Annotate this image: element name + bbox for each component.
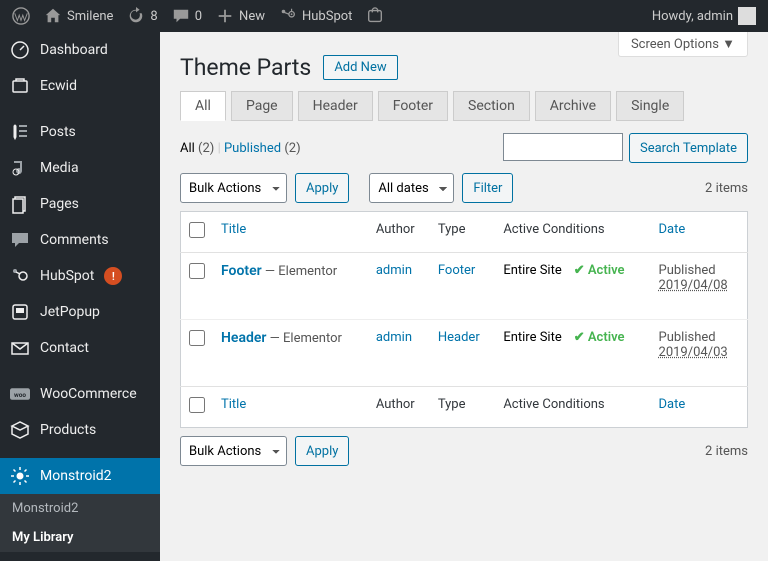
- items-count: 2 items: [705, 181, 748, 196]
- tab-footer[interactable]: Footer: [378, 91, 448, 121]
- sidebar-item-products[interactable]: Products: [0, 412, 160, 448]
- col-author: Author: [368, 212, 430, 253]
- submenu-item-my-library[interactable]: My Library: [0, 523, 160, 552]
- apply-button[interactable]: Apply: [295, 436, 349, 466]
- dates-select[interactable]: All dates: [369, 173, 454, 203]
- sidebar-item-contact[interactable]: Contact: [0, 330, 160, 366]
- submenu: Monstroid2 My Library: [0, 494, 160, 552]
- tab-all[interactable]: All: [180, 91, 226, 121]
- col-date[interactable]: Date: [659, 397, 686, 412]
- site-link[interactable]: Smilene: [44, 7, 113, 25]
- sidebar-item-monstroid2[interactable]: Monstroid2: [0, 458, 160, 494]
- tab-archive[interactable]: Archive: [535, 91, 611, 121]
- admin-bar: Smilene 8 0 New HubSpot Howdy, admin: [0, 0, 768, 32]
- sidebar-item-jetpopup[interactable]: JetPopup: [0, 294, 160, 330]
- row-author-link[interactable]: admin: [376, 263, 412, 278]
- col-date[interactable]: Date: [659, 222, 686, 237]
- col-active: Active Conditions: [495, 212, 650, 253]
- sidebar-item-posts[interactable]: Posts: [0, 114, 160, 150]
- wp-logo-icon[interactable]: [12, 7, 30, 25]
- row-title-link[interactable]: Header: [221, 330, 266, 346]
- active-badge: ✔ Active: [574, 330, 625, 345]
- svg-text:woo: woo: [14, 391, 26, 399]
- howdy-link[interactable]: Howdy, admin: [652, 7, 756, 25]
- table-row: Header — Elementor admin Header Entire S…: [181, 320, 748, 387]
- row-type-link[interactable]: Header: [438, 330, 480, 345]
- screen-options-toggle[interactable]: Screen Options ▼: [618, 32, 748, 57]
- updates-link[interactable]: 8: [127, 7, 157, 25]
- col-title[interactable]: Title: [221, 222, 246, 237]
- items-count: 2 items: [705, 444, 748, 459]
- content-area: Screen Options ▼ Theme Parts Add New All…: [160, 32, 768, 561]
- row-type-link[interactable]: Footer: [438, 263, 475, 278]
- sidebar-item-pages[interactable]: Pages: [0, 186, 160, 222]
- tab-page[interactable]: Page: [231, 91, 293, 121]
- hubspot-link[interactable]: HubSpot: [279, 7, 352, 25]
- apply-button[interactable]: Apply: [295, 173, 349, 203]
- search-button[interactable]: Search Template: [629, 133, 748, 163]
- row-checkbox[interactable]: [189, 330, 205, 346]
- search-input[interactable]: [503, 133, 623, 161]
- active-badge: ✔ Active: [574, 263, 625, 278]
- add-new-button[interactable]: Add New: [323, 55, 397, 80]
- sidebar-item-hubspot[interactable]: HubSpot!: [0, 258, 160, 294]
- col-type: Type: [430, 212, 495, 253]
- sidebar-item-dashboard[interactable]: Dashboard: [0, 32, 160, 68]
- select-all-checkbox[interactable]: [189, 222, 205, 238]
- avatar-icon: [738, 7, 756, 25]
- page-title: Theme Parts Add New: [180, 54, 748, 81]
- filter-button[interactable]: Filter: [462, 173, 513, 203]
- tab-single[interactable]: Single: [616, 91, 684, 121]
- notification-badge: !: [104, 267, 122, 285]
- submenu-item-monstroid2[interactable]: Monstroid2: [0, 494, 160, 523]
- col-title[interactable]: Title: [221, 397, 246, 412]
- status-filters: All (2) | Published (2): [180, 141, 301, 156]
- tab-section[interactable]: Section: [453, 91, 530, 121]
- sidebar-item-ecwid[interactable]: Ecwid: [0, 68, 160, 104]
- comments-link[interactable]: 0: [172, 7, 202, 25]
- list-table: Title Author Type Active Conditions Date…: [180, 211, 748, 428]
- row-author-link[interactable]: admin: [376, 330, 412, 345]
- tabs: All Page Header Footer Section Archive S…: [180, 91, 748, 121]
- sidebar-item-comments[interactable]: Comments: [0, 222, 160, 258]
- row-checkbox[interactable]: [189, 263, 205, 279]
- table-row: Footer — Elementor admin Footer Entire S…: [181, 253, 748, 320]
- cart-icon[interactable]: [366, 7, 384, 25]
- sidebar-item-media[interactable]: Media: [0, 150, 160, 186]
- published-filter[interactable]: Published: [224, 141, 281, 156]
- admin-sidebar: Dashboard Ecwid Posts Media Pages Commen…: [0, 32, 160, 561]
- sidebar-item-woocommerce[interactable]: wooWooCommerce: [0, 376, 160, 412]
- new-link[interactable]: New: [216, 7, 265, 25]
- select-all-checkbox[interactable]: [189, 397, 205, 413]
- tab-header[interactable]: Header: [298, 91, 373, 121]
- row-title-link[interactable]: Footer: [221, 263, 262, 279]
- bulk-actions-select[interactable]: Bulk Actions: [180, 173, 287, 203]
- bulk-actions-select[interactable]: Bulk Actions: [180, 436, 287, 466]
